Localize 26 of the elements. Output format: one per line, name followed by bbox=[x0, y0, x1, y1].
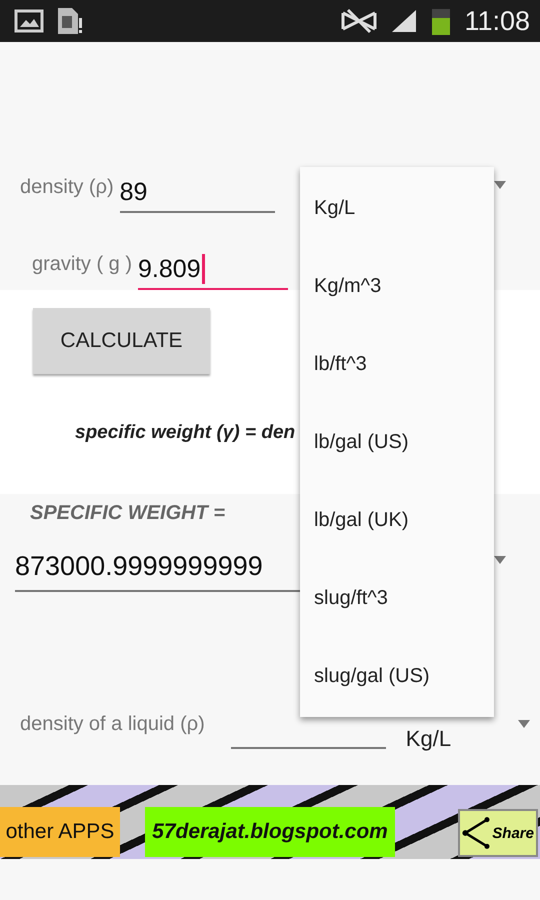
dropdown-arrow-icon[interactable] bbox=[518, 720, 530, 728]
website-link[interactable]: 57derajat.blogspot.com bbox=[145, 807, 395, 857]
result-label: SPECIFIC WEIGHT = bbox=[30, 502, 226, 525]
formula-text: specific weight (γ) = den bbox=[75, 422, 296, 443]
unit-selector[interactable]: Kg/L bbox=[406, 726, 452, 752]
menu-option[interactable]: lb/gal (US) bbox=[300, 403, 494, 481]
menu-option[interactable]: Kg/m^3 bbox=[300, 247, 494, 325]
menu-option[interactable]: lb/gal (UK) bbox=[300, 481, 494, 559]
mute-icon bbox=[340, 8, 378, 34]
input-field[interactable]: 89 bbox=[120, 173, 275, 213]
image-icon bbox=[14, 8, 44, 34]
menu-option[interactable]: Kg/L bbox=[300, 169, 494, 247]
battery-icon bbox=[430, 6, 452, 36]
sd-card-icon bbox=[56, 6, 82, 36]
menu-option[interactable]: slug/ft^3 bbox=[300, 559, 494, 637]
field-label: density (ρ) bbox=[20, 176, 114, 200]
text-cursor-icon bbox=[202, 254, 205, 284]
calculate-button[interactable]: CALCULATE bbox=[33, 308, 210, 374]
share-button[interactable]: Share bbox=[458, 809, 538, 857]
menu-option[interactable]: slug/gal (US) bbox=[300, 637, 494, 715]
clock-time: 11:08 bbox=[464, 6, 530, 36]
field-label: gravity ( g ) bbox=[32, 253, 132, 277]
signal-icon bbox=[390, 8, 418, 34]
menu-option[interactable]: lb/ft^3 bbox=[300, 325, 494, 403]
other-apps-button[interactable]: other APPS bbox=[0, 807, 120, 857]
field-label: density of a liquid (ρ) bbox=[20, 712, 205, 736]
